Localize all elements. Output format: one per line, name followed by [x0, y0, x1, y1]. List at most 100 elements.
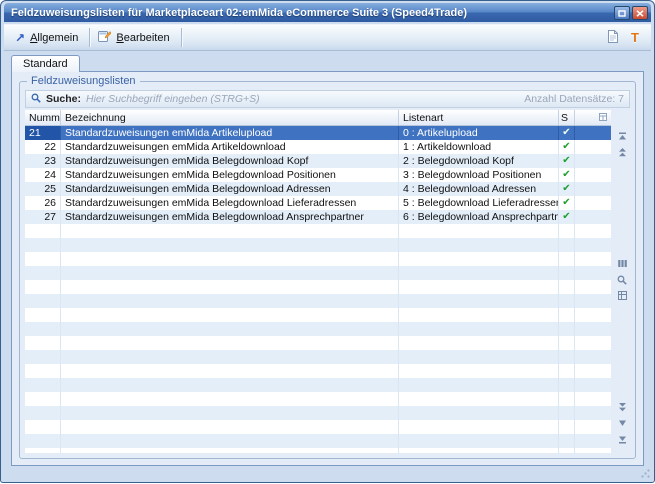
cell-status-check: [559, 266, 575, 280]
table-row[interactable]: 27 Standardzuweisungen emMida Belegdownl…: [25, 210, 611, 224]
cell-status-check: [559, 364, 575, 378]
cell-bezeichnung: [61, 238, 399, 252]
cell-nummer: 21: [25, 126, 61, 140]
table-row[interactable]: 22 Standardzuweisungen emMida Artikeldow…: [25, 140, 611, 154]
column-header-listenart[interactable]: Listenart: [399, 110, 559, 125]
cell-nummer: [25, 322, 61, 336]
cell-bezeichnung: [61, 406, 399, 420]
cell-bezeichnung: [61, 266, 399, 280]
record-count: Anzahl Datensätze: 7: [524, 93, 624, 105]
cell-nummer: [25, 406, 61, 420]
empty-row: [25, 420, 611, 434]
scroll-down-icon[interactable]: [616, 417, 628, 429]
cell-filler: [575, 280, 611, 294]
cell-nummer: [25, 448, 61, 453]
page-up-icon[interactable]: [616, 146, 628, 158]
table-row[interactable]: 24 Standardzuweisungen emMida Belegdownl…: [25, 168, 611, 182]
minimize-icon: [618, 5, 626, 20]
window-title: Feldzuweisungslisten für Marketplaceart …: [11, 7, 612, 19]
close-button[interactable]: [632, 6, 648, 20]
table-row[interactable]: 25 Standardzuweisungen emMida Belegdownl…: [25, 182, 611, 196]
data-grid: Nummer Bezeichnung Listenart S 21 Standa…: [25, 110, 611, 453]
grid-side-strip: [614, 110, 630, 453]
cell-nummer: 26: [25, 196, 61, 210]
cell-listenart: [399, 322, 559, 336]
cell-filler: [575, 182, 611, 196]
tab-standard[interactable]: Standard: [11, 55, 80, 72]
cell-status-check: [559, 448, 575, 453]
cell-bezeichnung: [61, 420, 399, 434]
export-grid-icon[interactable]: [616, 290, 628, 302]
column-chooser-icon[interactable]: [616, 258, 628, 270]
minimize-button[interactable]: [614, 6, 630, 20]
cell-nummer: [25, 280, 61, 294]
edit-form-icon: [98, 30, 111, 45]
allgemein-button[interactable]: ↗ Allgemein: [9, 27, 87, 48]
cell-nummer: [25, 336, 61, 350]
table-body: 21 Standardzuweisungen emMida Artikelupl…: [25, 126, 611, 453]
cell-filler: [575, 252, 611, 266]
cell-filler: [575, 378, 611, 392]
check-icon: ✔: [559, 140, 575, 154]
cell-filler: [575, 336, 611, 350]
document-button[interactable]: [602, 27, 624, 48]
column-header-nummer[interactable]: Nummer: [25, 110, 61, 125]
empty-row: [25, 224, 611, 238]
text-filter-button[interactable]: T: [624, 27, 646, 48]
cell-status-check: [559, 224, 575, 238]
bearbeiten-button[interactable]: Bearbeiten: [92, 27, 178, 48]
cell-filler: [575, 294, 611, 308]
scroll-bottom-icon[interactable]: [616, 433, 628, 445]
column-header-s[interactable]: S: [559, 110, 575, 125]
toolbar: ↗ Allgemein Bearbeiten T: [4, 24, 651, 51]
table-row[interactable]: 23 Standardzuweisungen emMida Belegdownl…: [25, 154, 611, 168]
cell-listenart: [399, 378, 559, 392]
column-header-filler: [575, 110, 611, 125]
scroll-top-icon[interactable]: [616, 130, 628, 142]
cell-listenart: 3 : Belegdownload Positionen: [399, 168, 559, 182]
check-icon: ✔: [559, 196, 575, 210]
cell-listenart: [399, 392, 559, 406]
column-header-bezeichnung[interactable]: Bezeichnung: [61, 110, 399, 125]
cell-listenart: [399, 224, 559, 238]
cell-filler: [575, 364, 611, 378]
empty-row: [25, 434, 611, 448]
empty-row: [25, 448, 611, 453]
empty-row: [25, 364, 611, 378]
cell-status-check: [559, 406, 575, 420]
cell-filler: [575, 168, 611, 182]
empty-row: [25, 266, 611, 280]
table-row[interactable]: 26 Standardzuweisungen emMida Belegdownl…: [25, 196, 611, 210]
cell-listenart: [399, 420, 559, 434]
resize-grip[interactable]: [638, 466, 651, 479]
title-bar[interactable]: Feldzuweisungslisten für Marketplaceart …: [4, 3, 651, 22]
check-icon: ✔: [559, 126, 575, 140]
table-row[interactable]: 21 Standardzuweisungen emMida Artikelupl…: [25, 126, 611, 140]
empty-row: [25, 378, 611, 392]
search-icon: [31, 93, 41, 106]
empty-row: [25, 350, 611, 364]
cell-bezeichnung: [61, 350, 399, 364]
cell-nummer: [25, 350, 61, 364]
empty-row: [25, 406, 611, 420]
grid-customize-icon[interactable]: [599, 112, 607, 124]
cell-bezeichnung: Standardzuweisungen emMida Belegdownload…: [61, 168, 399, 182]
cell-bezeichnung: Standardzuweisungen emMida Artikeldownlo…: [61, 140, 399, 154]
cell-nummer: [25, 308, 61, 322]
empty-row: [25, 280, 611, 294]
cell-filler: [575, 224, 611, 238]
cell-listenart: [399, 350, 559, 364]
zoom-icon[interactable]: [616, 274, 628, 286]
search-input[interactable]: Hier Suchbegriff eingeben (STRG+S): [86, 93, 519, 105]
cell-filler: [575, 420, 611, 434]
cell-nummer: 27: [25, 210, 61, 224]
cell-listenart: 4 : Belegdownload Adressen: [399, 182, 559, 196]
cell-nummer: [25, 266, 61, 280]
cell-listenart: [399, 280, 559, 294]
cell-listenart: 1 : Artikeldownload: [399, 140, 559, 154]
cell-nummer: [25, 434, 61, 448]
toolbar-separator: [181, 28, 182, 47]
check-icon: ✔: [559, 182, 575, 196]
search-bar[interactable]: Suche: Hier Suchbegriff eingeben (STRG+S…: [25, 90, 630, 108]
page-down-icon[interactable]: [616, 401, 628, 413]
